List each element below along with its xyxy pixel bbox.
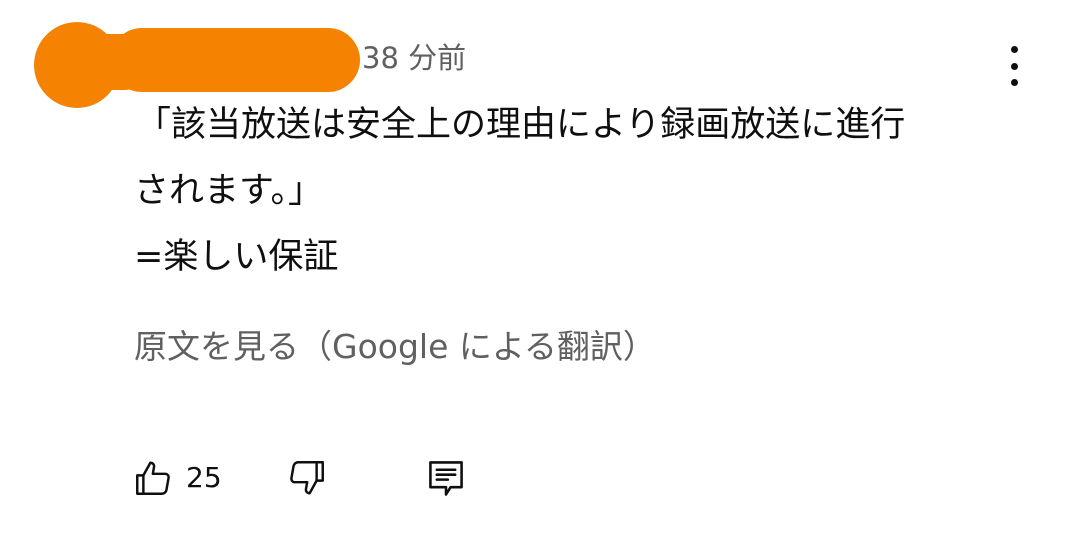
more-vertical-icon[interactable]	[998, 46, 1030, 86]
comment-text-line: =楽しい保証	[134, 237, 339, 277]
reply-button[interactable]	[424, 452, 468, 504]
like-button[interactable]: 25	[132, 452, 222, 504]
author-name-redacted[interactable]	[110, 28, 360, 92]
thumbs-down-icon	[286, 456, 328, 500]
reply-comment-icon	[424, 455, 468, 501]
menu-dot	[1010, 46, 1018, 53]
comment-text-line: 「該当放送は安全上の理由により録画放送に進行	[136, 105, 906, 145]
comment-timestamp: 38 分前	[362, 41, 467, 75]
comment-text: 「該当放送は安全上の理由により録画放送に進行 されます。」 =楽しい保証	[134, 92, 1014, 290]
thumbs-up-icon	[132, 456, 174, 500]
see-original-link[interactable]: 原文を見る（Google による翻訳）	[134, 320, 656, 374]
comment-text-line: されます。」	[134, 171, 324, 211]
menu-dot	[1010, 79, 1018, 86]
like-count: 25	[186, 461, 222, 494]
dislike-button[interactable]	[286, 452, 328, 504]
menu-dot	[1010, 62, 1018, 70]
